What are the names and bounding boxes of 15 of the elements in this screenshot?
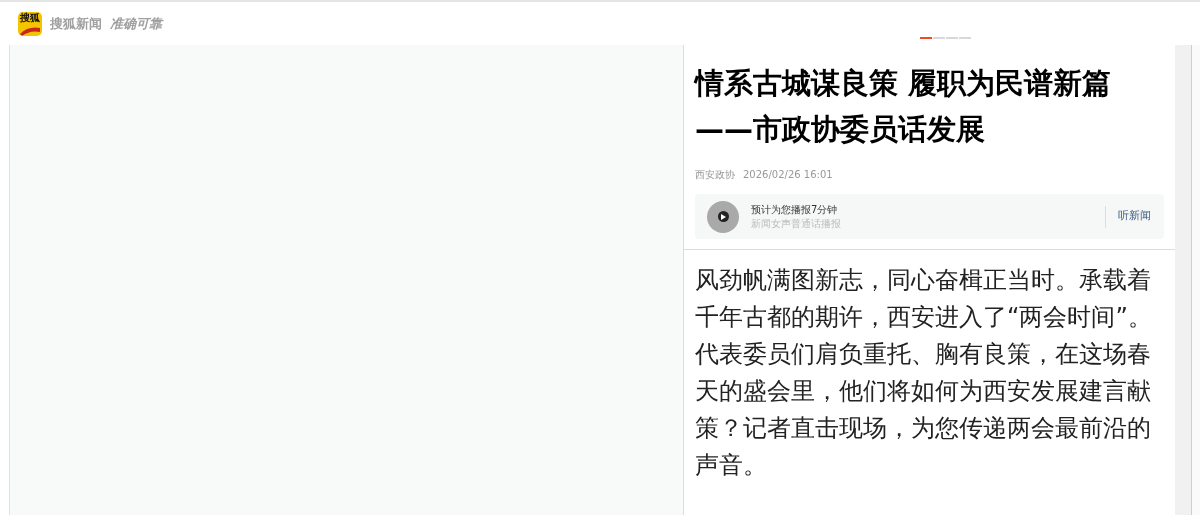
carousel-indicator[interactable] <box>920 37 932 39</box>
article-source: 西安政协 <box>695 168 735 182</box>
audio-title: 预计为您播报7分钟 <box>751 202 839 217</box>
brand-name: 搜狐新闻 <box>50 14 102 33</box>
listen-button[interactable]: 听新闻 <box>1118 208 1151 225</box>
publish-time: 2026/02/26 16:01 <box>743 168 833 182</box>
carousel-indicator[interactable] <box>933 37 945 39</box>
scrollbar-track[interactable] <box>1175 45 1192 515</box>
slogan: 准确可靠 <box>110 14 162 33</box>
article-body: 风劲帆满图新志，同心奋楫正当时。承载着千年古都的期许，西安进入了“两会时间”。代表委员们肩负重托、胸有良策，在这场春天的盛会里，他们将如何为西安发展建言献策？记者直击现场，为您传递两会最前沿的声音。 <box>694 265 1153 481</box>
carousel-indicator[interactable] <box>959 37 971 39</box>
article-title: 情系古城谋良策 履职为民谱新篇 ——市政协委员话发展 <box>695 65 1113 148</box>
carousel-indicator[interactable] <box>946 37 958 39</box>
play-icon[interactable] <box>707 200 739 233</box>
logo-icon: 搜狐 <box>18 11 42 36</box>
